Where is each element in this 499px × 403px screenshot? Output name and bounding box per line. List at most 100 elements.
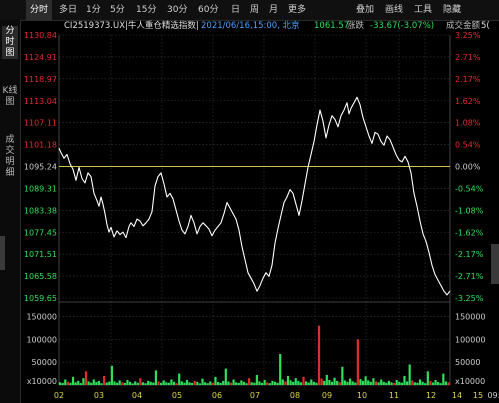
volume-bar: [77, 380, 80, 385]
volume-bar: [359, 379, 362, 385]
price-tick-label: 1101.18: [24, 141, 57, 150]
pct-tick-label: -2.71%: [455, 272, 484, 281]
x-tick-label: 05: [172, 391, 182, 400]
volume-bar: [395, 380, 398, 385]
volume-tick-label: 100000: [26, 335, 57, 344]
volume-bar: [408, 364, 411, 385]
x-tick-label: 03: [94, 391, 104, 400]
volume-bar: [242, 381, 246, 385]
volume-bar: [263, 380, 266, 385]
volume-bar: [113, 381, 116, 385]
volume-bar: [103, 375, 106, 385]
x-tick-label: 04: [132, 391, 142, 400]
volume-bar: [299, 382, 303, 385]
volume-bar: [289, 380, 292, 385]
volume-unit-label: x10000: [455, 377, 485, 386]
pct-tick-label: -0.54%: [455, 184, 484, 193]
volume-bar: [349, 378, 352, 385]
volume-bar: [336, 380, 339, 385]
volume-bar: [128, 381, 132, 385]
x-tick-label: 09: [322, 391, 332, 400]
volume-bar: [323, 380, 326, 385]
volume-bar: [437, 382, 440, 385]
volume-bar: [292, 381, 295, 385]
price-tick-label: 1077.45: [24, 228, 57, 237]
price-tick-label: 1130.84: [24, 31, 57, 40]
volume-bar: [367, 380, 370, 385]
volume-bar: [131, 383, 134, 385]
volume-bar: [245, 383, 248, 385]
price-tick-label: 1113.04: [24, 97, 57, 106]
volume-bar: [405, 381, 409, 385]
volume-bars: [59, 325, 450, 386]
x-tick-label: 06: [212, 391, 222, 400]
volume-bar: [351, 381, 354, 385]
price-tick-label: 1083.38: [24, 206, 57, 215]
x-tick-label: 14: [452, 391, 462, 400]
price-tick-label: 1065.58: [24, 272, 57, 281]
volume-bar: [411, 380, 414, 385]
price-tick-label: 1107.11: [24, 119, 57, 128]
volume-bar: [281, 379, 284, 385]
volume-bar: [286, 375, 290, 385]
volume-tick-label: 150000: [26, 313, 57, 322]
x-tick-label: 15: [473, 391, 483, 400]
volume-bar: [320, 378, 323, 385]
volume-bar: [141, 382, 145, 385]
volume-bar: [364, 376, 367, 385]
volume-bar: [152, 382, 155, 385]
volume-bar: [90, 382, 93, 385]
volume-bar: [413, 382, 416, 385]
volume-bar: [266, 382, 269, 385]
volume-bar: [136, 382, 139, 385]
volume-bar: [310, 379, 313, 385]
pct-tick-label: -1.62%: [455, 228, 484, 237]
volume-bar: [426, 371, 429, 385]
volume-bar: [400, 382, 403, 385]
price-tick-label: 1124.91: [24, 53, 57, 62]
volume-bar: [328, 380, 331, 385]
volume-bar: [79, 383, 82, 385]
volume-bar: [390, 382, 393, 385]
left-collapse-handle[interactable]: [0, 236, 5, 270]
volume-bar: [64, 379, 67, 385]
volume-bar: [71, 376, 75, 385]
volume-bar: [255, 375, 258, 385]
volume-bar: [416, 382, 419, 385]
volume-bar: [330, 381, 334, 385]
volume-bar: [123, 382, 126, 385]
price-tick-label: 1071.51: [24, 250, 57, 259]
volume-bar: [204, 382, 207, 385]
pct-tick-label: 0.00%: [455, 163, 481, 172]
volume-bar: [159, 382, 163, 385]
price-tick-label: 1095.24: [24, 163, 57, 172]
volume-bar: [172, 381, 176, 385]
volume-bar: [201, 378, 204, 385]
x-tick-label: 09:30: [487, 391, 499, 400]
volume-bar: [387, 380, 391, 385]
volume-bar: [253, 382, 256, 385]
volume-bar: [100, 383, 103, 385]
volume-bar: [361, 380, 365, 385]
volume-bar: [154, 370, 158, 385]
volume-bar: [66, 381, 69, 385]
right-collapse-handle[interactable]: [491, 244, 499, 284]
volume-bar: [279, 354, 282, 385]
volume-bar: [382, 381, 385, 385]
volume-bar: [227, 381, 230, 385]
volume-bar: [175, 383, 178, 385]
volume-bar: [380, 379, 383, 385]
pct-tick-label: 0.54%: [455, 141, 481, 150]
volume-bar: [196, 381, 199, 385]
volume-bar: [374, 381, 378, 385]
volume-bar: [147, 380, 150, 385]
volume-bar: [180, 381, 183, 385]
intraday-chart: 1130.84 3.25% 1124.91 2.71% 1118.97 2.17% 1113…: [24, 31, 499, 400]
volume-tick-label: 150000: [455, 313, 486, 322]
price-series: [58, 96, 451, 296]
volume-bar: [121, 382, 124, 385]
price-tick-label: 1059.65: [24, 294, 57, 303]
volume-bar: [385, 382, 388, 385]
volume-bar: [162, 380, 165, 385]
volume-bar: [183, 382, 186, 385]
